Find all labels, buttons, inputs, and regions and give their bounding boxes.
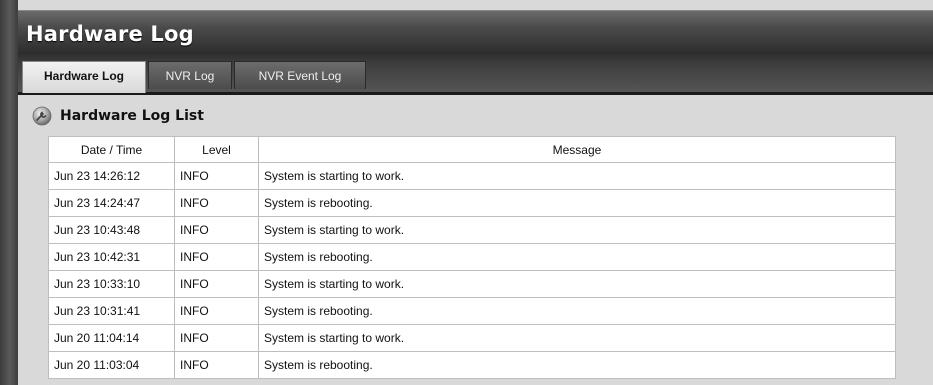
- cell-level: INFO: [174, 351, 259, 379]
- section-title: Hardware Log List: [60, 108, 204, 124]
- tab-nvr-event-log[interactable]: NVR Event Log: [234, 61, 366, 89]
- table-row[interactable]: Jun 20 11:04:14 INFO System is starting …: [48, 324, 896, 352]
- cell-message: System is starting to work.: [258, 270, 896, 298]
- tab-bar: Hardware Log NVR Log NVR Event Log: [18, 52, 933, 95]
- tab-hardware-log[interactable]: Hardware Log: [22, 61, 146, 93]
- tab-nvr-log[interactable]: NVR Log: [148, 61, 232, 89]
- table-row[interactable]: Jun 23 10:42:31 INFO System is rebooting…: [48, 243, 896, 271]
- cell-message: System is starting to work.: [258, 216, 896, 244]
- hardware-log-table: Date / Time Level Message Jun 23 14:26:1…: [48, 136, 896, 379]
- cell-date: Jun 23 10:33:10: [48, 270, 175, 298]
- cell-date: Jun 20 11:03:04: [48, 351, 175, 379]
- table-row[interactable]: Jun 23 14:24:47 INFO System is rebooting…: [48, 189, 896, 217]
- cell-message: System is rebooting.: [258, 297, 896, 325]
- table-row[interactable]: Jun 23 14:26:12 INFO System is starting …: [48, 162, 896, 190]
- tab-label: NVR Event Log: [258, 69, 342, 83]
- cell-level: INFO: [174, 324, 259, 352]
- cell-date: Jun 23 14:26:12: [48, 162, 175, 190]
- cell-level: INFO: [174, 216, 259, 244]
- column-header-date[interactable]: Date / Time: [48, 136, 175, 163]
- table-row[interactable]: Jun 23 10:31:41 INFO System is rebooting…: [48, 297, 896, 325]
- tab-label: NVR Log: [165, 69, 215, 83]
- page-title: Hardware Log: [26, 22, 194, 46]
- hardware-log-window: Hardware Log Hardware Log NVR Log NVR Ev…: [0, 0, 933, 385]
- cell-level: INFO: [174, 243, 259, 271]
- table-header-row: Date / Time Level Message: [48, 136, 896, 163]
- tab-label: Hardware Log: [43, 69, 124, 83]
- table-row[interactable]: Jun 23 10:43:48 INFO System is starting …: [48, 216, 896, 244]
- cell-level: INFO: [174, 189, 259, 217]
- cell-date: Jun 23 14:24:47: [48, 189, 175, 217]
- section-header: Hardware Log List: [32, 104, 204, 128]
- cell-message: System is rebooting.: [258, 189, 896, 217]
- cell-message: System is rebooting.: [258, 243, 896, 271]
- cell-message: System is rebooting.: [258, 351, 896, 379]
- table-row[interactable]: Jun 20 11:03:04 INFO System is rebooting…: [48, 351, 896, 379]
- content-panel: Hardware Log List Date / Time Level Mess…: [18, 95, 933, 385]
- cell-message: System is starting to work.: [258, 162, 896, 190]
- column-header-level[interactable]: Level: [174, 136, 259, 163]
- column-header-message[interactable]: Message: [258, 136, 896, 163]
- cell-date: Jun 20 11:04:14: [48, 324, 175, 352]
- cell-message: System is starting to work.: [258, 324, 896, 352]
- cell-level: INFO: [174, 297, 259, 325]
- cell-level: INFO: [174, 270, 259, 298]
- table-row[interactable]: Jun 23 10:33:10 INFO System is starting …: [48, 270, 896, 298]
- cell-date: Jun 23 10:31:41: [48, 297, 175, 325]
- cell-date: Jun 23 10:43:48: [48, 216, 175, 244]
- cell-level: INFO: [174, 162, 259, 190]
- cell-date: Jun 23 10:42:31: [48, 243, 175, 271]
- title-bar: Hardware Log: [18, 10, 933, 53]
- wrench-disc-icon: [32, 106, 52, 126]
